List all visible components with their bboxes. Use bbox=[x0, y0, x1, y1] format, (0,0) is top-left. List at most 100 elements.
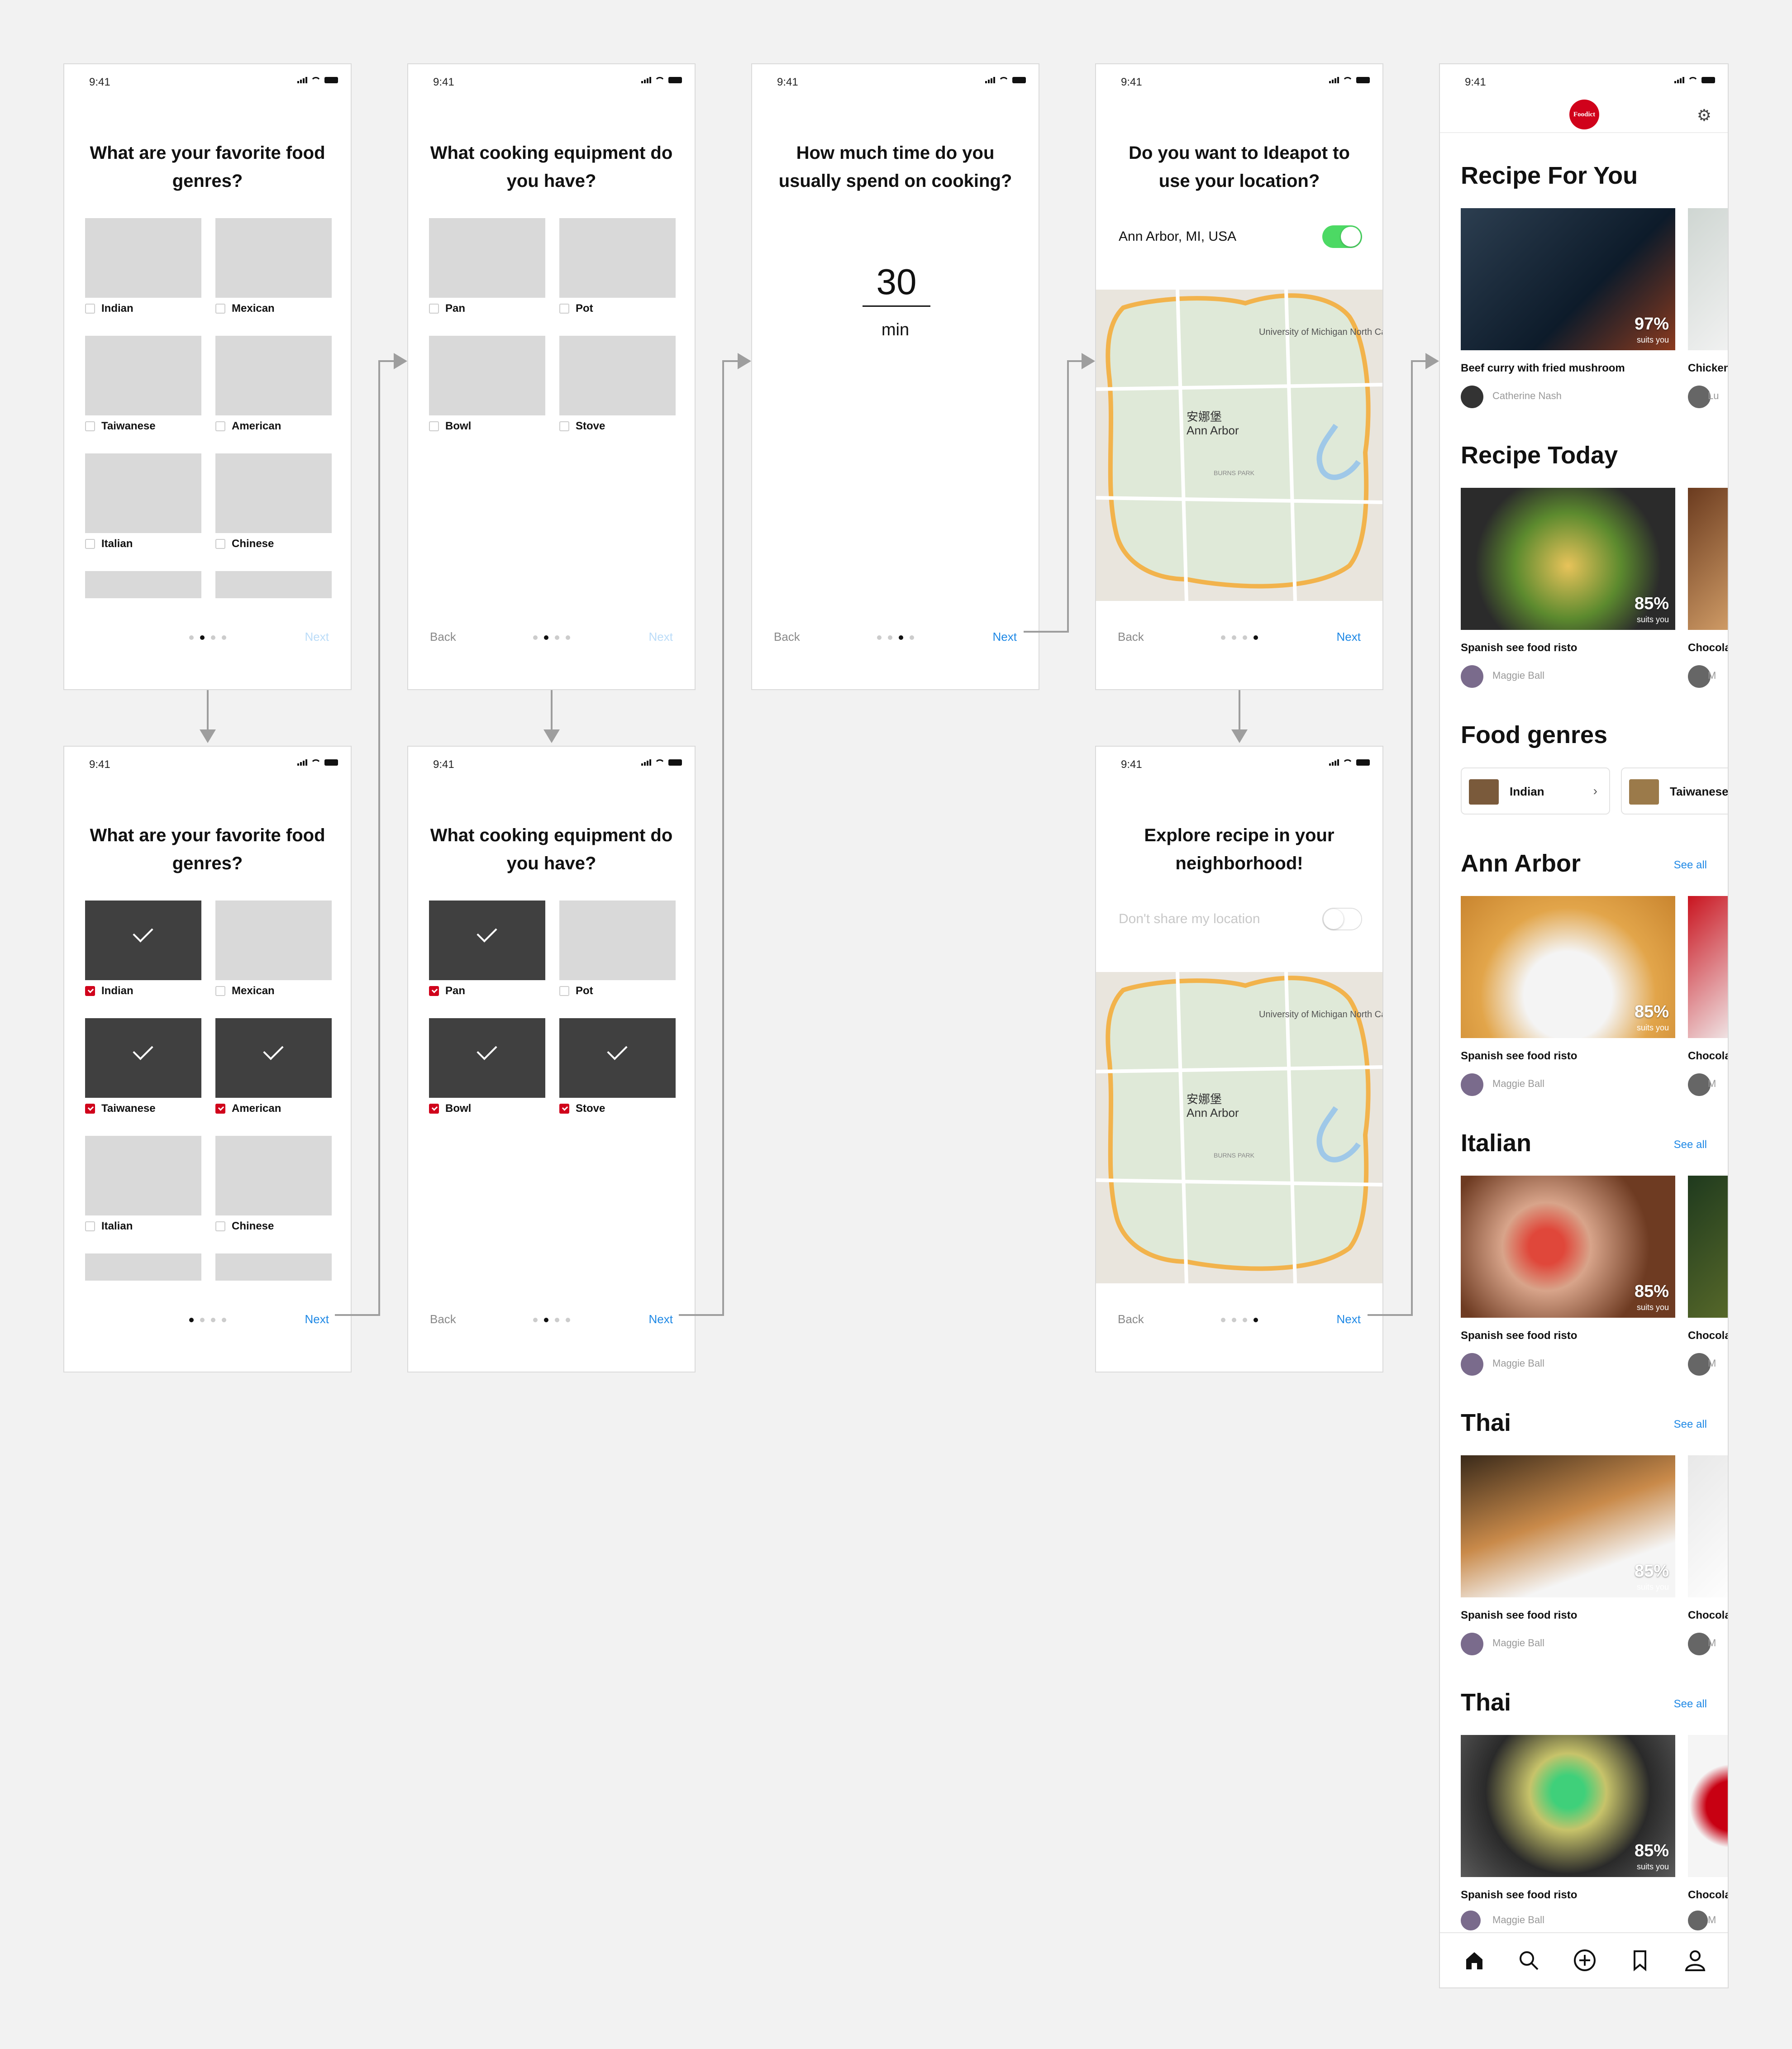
equipment-label-bowl[interactable]: Bowl bbox=[429, 1102, 471, 1115]
add-icon[interactable] bbox=[1571, 1947, 1598, 1974]
check-icon bbox=[477, 922, 497, 943]
equipment-card-stove[interactable] bbox=[559, 1018, 676, 1098]
toggle-label: Don't share my location bbox=[1119, 911, 1260, 926]
next-button[interactable]: Next bbox=[649, 630, 673, 644]
recipe-photo[interactable]: 85% suits you bbox=[1461, 1176, 1675, 1318]
genre-card-taiwanese[interactable] bbox=[85, 1018, 201, 1098]
genre-card-american[interactable] bbox=[215, 1018, 332, 1098]
genre-label-chinese[interactable]: Chinese bbox=[215, 1220, 274, 1233]
equipment-label-stove[interactable]: Stove bbox=[559, 420, 605, 433]
recipe-photo[interactable] bbox=[1688, 208, 1728, 350]
genre-label-mexican[interactable]: Mexican bbox=[215, 985, 275, 997]
equipment-card-bowl[interactable] bbox=[429, 1018, 545, 1098]
recipe-name[interactable]: Chocola bbox=[1688, 1329, 1728, 1342]
equipment-card-pan[interactable] bbox=[429, 901, 545, 980]
time-value-input[interactable]: 30 bbox=[863, 261, 930, 307]
next-button[interactable]: Next bbox=[305, 630, 329, 644]
genre-card-italian[interactable] bbox=[85, 453, 201, 533]
recipe-photo[interactable] bbox=[1688, 488, 1728, 630]
match-percent: 85% bbox=[1634, 1841, 1669, 1860]
genre-card-chinese[interactable] bbox=[215, 453, 332, 533]
recipe-photo[interactable] bbox=[1688, 896, 1728, 1038]
recipe-photo[interactable] bbox=[1688, 1455, 1728, 1597]
genre-label-indian[interactable]: Indian bbox=[85, 302, 133, 315]
next-button[interactable]: Next bbox=[1337, 630, 1361, 644]
section-title: Thai bbox=[1461, 1409, 1511, 1436]
genre-card-indian[interactable] bbox=[85, 901, 201, 980]
genre-label-taiwanese[interactable]: Taiwanese bbox=[85, 420, 156, 433]
recipe-name[interactable]: Spanish see food risto bbox=[1461, 1889, 1577, 1901]
recipe-photo[interactable] bbox=[1688, 1735, 1728, 1877]
home-icon[interactable] bbox=[1461, 1947, 1488, 1974]
equipment-card-pan[interactable] bbox=[429, 218, 545, 298]
recipe-name[interactable]: Chocola bbox=[1688, 1889, 1728, 1901]
map-label-park: BURNS PARK bbox=[1214, 469, 1255, 477]
recipe-name[interactable]: Chocola bbox=[1688, 1609, 1728, 1622]
search-icon[interactable] bbox=[1515, 1947, 1542, 1974]
location-toggle[interactable] bbox=[1322, 908, 1362, 930]
recipe-name[interactable]: Chicken bbox=[1688, 362, 1728, 375]
see-all-link[interactable]: See all bbox=[1674, 1418, 1707, 1431]
gear-icon[interactable]: ⚙ bbox=[1697, 106, 1711, 125]
equipment-card-pot[interactable] bbox=[559, 218, 676, 298]
equipment-label-pan[interactable]: Pan bbox=[429, 985, 465, 997]
recipe-photo[interactable]: 85% suits you bbox=[1461, 1455, 1675, 1597]
section-title: Italian bbox=[1461, 1129, 1532, 1157]
genre-label-american[interactable]: American bbox=[215, 420, 281, 433]
equipment-label-pot[interactable]: Pot bbox=[559, 302, 593, 315]
recipe-photo[interactable]: 97% suits you bbox=[1461, 208, 1675, 350]
author-name: Catherine Nash bbox=[1492, 390, 1562, 401]
next-button[interactable]: Next bbox=[649, 1312, 673, 1326]
genre-card-indian[interactable] bbox=[85, 218, 201, 298]
genre-card-chinese[interactable] bbox=[215, 1136, 332, 1215]
equipment-label-pan[interactable]: Pan bbox=[429, 302, 465, 315]
equipment-card-stove[interactable] bbox=[559, 336, 676, 415]
next-button[interactable]: Next bbox=[993, 630, 1017, 644]
see-all-link[interactable]: See all bbox=[1674, 1698, 1707, 1711]
recipe-name[interactable]: Spanish see food risto bbox=[1461, 1609, 1577, 1622]
genre-card-italian[interactable] bbox=[85, 1136, 201, 1215]
status-icons bbox=[1674, 77, 1715, 83]
genre-card-mexican[interactable] bbox=[215, 901, 332, 980]
equipment-card-bowl[interactable] bbox=[429, 336, 545, 415]
recipe-name[interactable]: Chocola bbox=[1688, 642, 1728, 654]
equipment-label-pot[interactable]: Pot bbox=[559, 985, 593, 997]
map[interactable]: University of Michigan North Campus 安娜堡 … bbox=[1096, 290, 1382, 601]
genre-label-italian[interactable]: Italian bbox=[85, 1220, 133, 1233]
author-name: Maggie Ball bbox=[1492, 1637, 1544, 1649]
genre-card-mexican[interactable] bbox=[215, 218, 332, 298]
genre-card-taiwanese[interactable] bbox=[85, 336, 201, 415]
next-button[interactable]: Next bbox=[305, 1312, 329, 1326]
recipe-photo[interactable] bbox=[1688, 1176, 1728, 1318]
map[interactable]: University of Michigan North Campus 安娜堡 … bbox=[1096, 972, 1382, 1283]
bookmark-icon[interactable] bbox=[1626, 1947, 1654, 1974]
recipe-name[interactable]: Spanish see food risto bbox=[1461, 642, 1577, 654]
genre-card-american[interactable] bbox=[215, 336, 332, 415]
recipe-name[interactable]: Spanish see food risto bbox=[1461, 1050, 1577, 1063]
see-all-link[interactable]: See all bbox=[1674, 859, 1707, 872]
genre-button-indian[interactable]: Indian › bbox=[1461, 767, 1610, 815]
equipment-card-pot[interactable] bbox=[559, 901, 676, 980]
genre-label-taiwanese[interactable]: Taiwanese bbox=[85, 1102, 156, 1115]
recipe-photo[interactable]: 85% suits you bbox=[1461, 896, 1675, 1038]
equipment-label-bowl[interactable]: Bowl bbox=[429, 420, 471, 433]
recipe-name[interactable]: Chocola bbox=[1688, 1050, 1728, 1063]
recipe-name[interactable]: Spanish see food risto bbox=[1461, 1329, 1577, 1342]
recipe-photo[interactable]: 85% suits you bbox=[1461, 1735, 1675, 1877]
genre-label-mexican[interactable]: Mexican bbox=[215, 302, 275, 315]
genre-label-american[interactable]: American bbox=[215, 1102, 281, 1115]
recipe-photo[interactable]: 85% suits you bbox=[1461, 488, 1675, 630]
flow-arrow bbox=[1067, 360, 1069, 633]
equipment-label-stove[interactable]: Stove bbox=[559, 1102, 605, 1115]
genre-label-chinese[interactable]: Chinese bbox=[215, 538, 274, 550]
see-all-link[interactable]: See all bbox=[1674, 1139, 1707, 1151]
recipe-name[interactable]: Beef curry with fried mushroom bbox=[1461, 362, 1625, 375]
genre-button-taiwanese[interactable]: Taiwanese bbox=[1621, 767, 1728, 815]
next-button[interactable]: Next bbox=[1337, 1312, 1361, 1326]
genre-label-italian[interactable]: Italian bbox=[85, 538, 133, 550]
profile-icon[interactable] bbox=[1682, 1947, 1709, 1974]
author-name: Maggie Ball bbox=[1492, 1078, 1544, 1089]
genre-label-indian[interactable]: Indian bbox=[85, 985, 133, 997]
genre-button-label: Indian bbox=[1510, 785, 1544, 798]
location-toggle[interactable] bbox=[1322, 225, 1362, 248]
